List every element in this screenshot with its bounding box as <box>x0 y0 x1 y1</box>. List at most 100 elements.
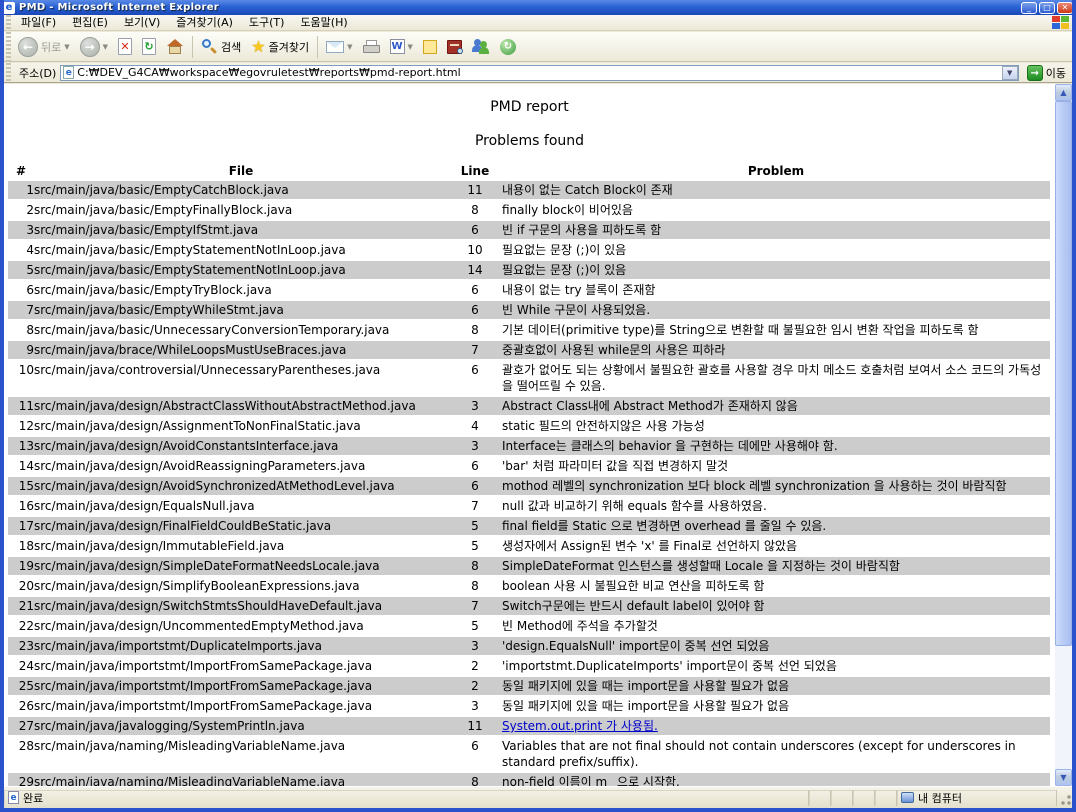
table-row: 14src/main/java/design/AvoidReassigningP… <box>8 457 1050 475</box>
problem-cell: 'bar' 처럼 파라미터 값을 직접 변경하지 말것 <box>502 457 1050 475</box>
problem-cell: Interface는 클래스의 behavior 을 구현하는 데에만 사용해야… <box>502 437 1050 455</box>
row-number-cell: 13 <box>8 437 34 455</box>
mail-button[interactable]: ▼ <box>321 33 357 61</box>
print-icon <box>363 40 380 53</box>
row-number-cell: 27 <box>8 717 34 735</box>
menu-grip[interactable] <box>6 15 11 30</box>
back-button[interactable]: ← 뒤로 ▼ <box>13 33 75 61</box>
line-cell: 8 <box>448 201 502 219</box>
line-cell: 7 <box>448 597 502 615</box>
my-computer-icon <box>901 792 914 803</box>
row-number-cell: 14 <box>8 457 34 475</box>
menu-tools[interactable]: 도구(T) <box>241 15 293 30</box>
problem-cell: 괄호가 없어도 되는 상황에서 불필요한 괄호를 사용할 경우 마치 메소드 호… <box>502 361 1050 395</box>
window-title: PMD - Microsoft Internet Explorer <box>19 2 1021 13</box>
row-number-cell: 7 <box>8 301 34 319</box>
refresh-button[interactable]: ↻ <box>137 33 161 61</box>
row-number-cell: 4 <box>8 241 34 259</box>
minimize-button[interactable]: _ <box>1021 2 1037 14</box>
scroll-up-button[interactable]: ▲ <box>1055 84 1072 101</box>
windows-logo-icon <box>1052 16 1070 30</box>
edit-button[interactable]: W ▼ <box>385 33 418 61</box>
file-cell: src/main/java/design/SwitchStmtsShouldHa… <box>34 597 448 615</box>
menu-file[interactable]: 파일(F) <box>13 15 64 30</box>
search-label: 검색 <box>221 39 241 55</box>
address-bar: 주소(D) e C:₩DEV_G4CA₩workspace₩egovrulete… <box>4 63 1072 83</box>
column-header-problem: Problem <box>502 163 1050 179</box>
table-row: 11src/main/java/design/AbstractClassWith… <box>8 397 1050 415</box>
column-header-num: # <box>8 163 34 179</box>
row-number-cell: 25 <box>8 677 34 695</box>
menu-view[interactable]: 보기(V) <box>116 15 168 30</box>
address-dropdown-button[interactable]: ▼ <box>1002 66 1018 80</box>
file-cell: src/main/java/basic/EmptyWhileStmt.java <box>34 301 448 319</box>
maximize-button[interactable]: □ <box>1039 2 1055 14</box>
problem-cell: 빈 Method에 주석을 추가할것 <box>502 617 1050 635</box>
status-text: 완료 <box>23 790 43 806</box>
row-number-cell: 24 <box>8 657 34 675</box>
menu-help[interactable]: 도움말(H) <box>292 15 355 30</box>
file-cell: src/main/java/design/AvoidConstantsInter… <box>34 437 448 455</box>
stop-button[interactable]: ✕ <box>113 33 137 61</box>
vertical-scrollbar[interactable]: ▲ ▼ <box>1055 84 1072 786</box>
row-number-cell: 9 <box>8 341 34 359</box>
file-cell: src/main/java/design/AvoidReassigningPar… <box>34 457 448 475</box>
research-button[interactable] <box>442 33 467 61</box>
table-row: 15src/main/java/design/AvoidSynchronized… <box>8 477 1050 495</box>
row-number-cell: 8 <box>8 321 34 339</box>
back-label: 뒤로 <box>41 39 61 55</box>
line-cell: 6 <box>448 281 502 299</box>
messenger-icon <box>472 39 490 54</box>
addressbar-grip[interactable] <box>6 63 11 82</box>
table-row: 19src/main/java/design/SimpleDateFormatN… <box>8 557 1050 575</box>
resize-grip[interactable] <box>1057 790 1072 806</box>
file-cell: src/main/java/importstmt/DuplicateImport… <box>34 637 448 655</box>
problem-cell: SimpleDateFormat 인스턴스를 생성할때 Locale 을 지정하… <box>502 557 1050 575</box>
search-button[interactable]: 검색 <box>196 33 246 61</box>
table-row: 28src/main/java/naming/MisleadingVariabl… <box>8 737 1050 771</box>
line-cell: 8 <box>448 557 502 575</box>
close-button[interactable]: ✕ <box>1057 2 1073 14</box>
table-row: 1src/main/java/basic/EmptyCatchBlock.jav… <box>8 181 1050 199</box>
address-text: C:₩DEV_G4CA₩workspace₩egovruletest₩repor… <box>77 66 998 79</box>
edit-dropdown-icon: ▼ <box>408 43 413 51</box>
line-cell: 5 <box>448 517 502 535</box>
line-cell: 2 <box>448 657 502 675</box>
problem-cell: 동일 패키지에 있을 때는 import문을 사용할 필요가 없음 <box>502 697 1050 715</box>
home-button[interactable] <box>161 33 189 61</box>
mail-icon <box>326 41 344 53</box>
problem-cell: 기본 데이터(primitive type)를 String으로 변환할 때 불… <box>502 321 1050 339</box>
history-button[interactable]: ↻ <box>495 33 521 61</box>
title-bar: e PMD - Microsoft Internet Explorer _ □ … <box>0 0 1076 15</box>
forward-button[interactable]: → ▼ <box>75 33 113 61</box>
scrollbar-thumb[interactable] <box>1055 101 1072 646</box>
problem-cell: 내용이 없는 Catch Block이 존재 <box>502 181 1050 199</box>
problem-cell: Variables that are not final should not … <box>502 737 1050 771</box>
toolbar-grip[interactable] <box>6 32 11 61</box>
file-cell: src/main/java/importstmt/ImportFromSameP… <box>34 657 448 675</box>
line-cell: 4 <box>448 417 502 435</box>
report-table-body: 1src/main/java/basic/EmptyCatchBlock.jav… <box>8 181 1050 786</box>
row-number-cell: 29 <box>8 773 34 786</box>
table-row: 21src/main/java/design/SwitchStmtsShould… <box>8 597 1050 615</box>
problem-link[interactable]: System.out.print 가 사용됨. <box>502 719 658 733</box>
problem-cell: null 값과 비교하기 위해 equals 함수를 사용하였음. <box>502 497 1050 515</box>
go-button[interactable]: → 이동 <box>1023 64 1070 82</box>
problem-cell: 내용이 없는 try 블록이 존재함 <box>502 281 1050 299</box>
address-input[interactable]: e C:₩DEV_G4CA₩workspace₩egovruletest₩rep… <box>60 65 1018 81</box>
print-button[interactable] <box>358 33 385 61</box>
problem-cell: 중괄호없이 사용된 while문의 사용은 피하라 <box>502 341 1050 359</box>
research-icon <box>447 40 462 54</box>
discuss-button[interactable] <box>418 33 442 61</box>
line-cell: 2 <box>448 677 502 695</box>
line-cell: 5 <box>448 537 502 555</box>
zone-text: 내 컴퓨터 <box>918 790 962 806</box>
menu-favorites[interactable]: 즐겨찾기(A) <box>168 15 241 30</box>
messenger-button[interactable] <box>467 33 495 61</box>
menu-edit[interactable]: 편집(E) <box>64 15 116 30</box>
problem-cell: 빈 While 구문이 사용되었음. <box>502 301 1050 319</box>
toolbar-separator <box>192 36 193 58</box>
favorites-button[interactable]: ★ 즐겨찾기 <box>246 33 314 61</box>
scroll-down-button[interactable]: ▼ <box>1055 769 1072 786</box>
line-cell: 6 <box>448 737 502 771</box>
